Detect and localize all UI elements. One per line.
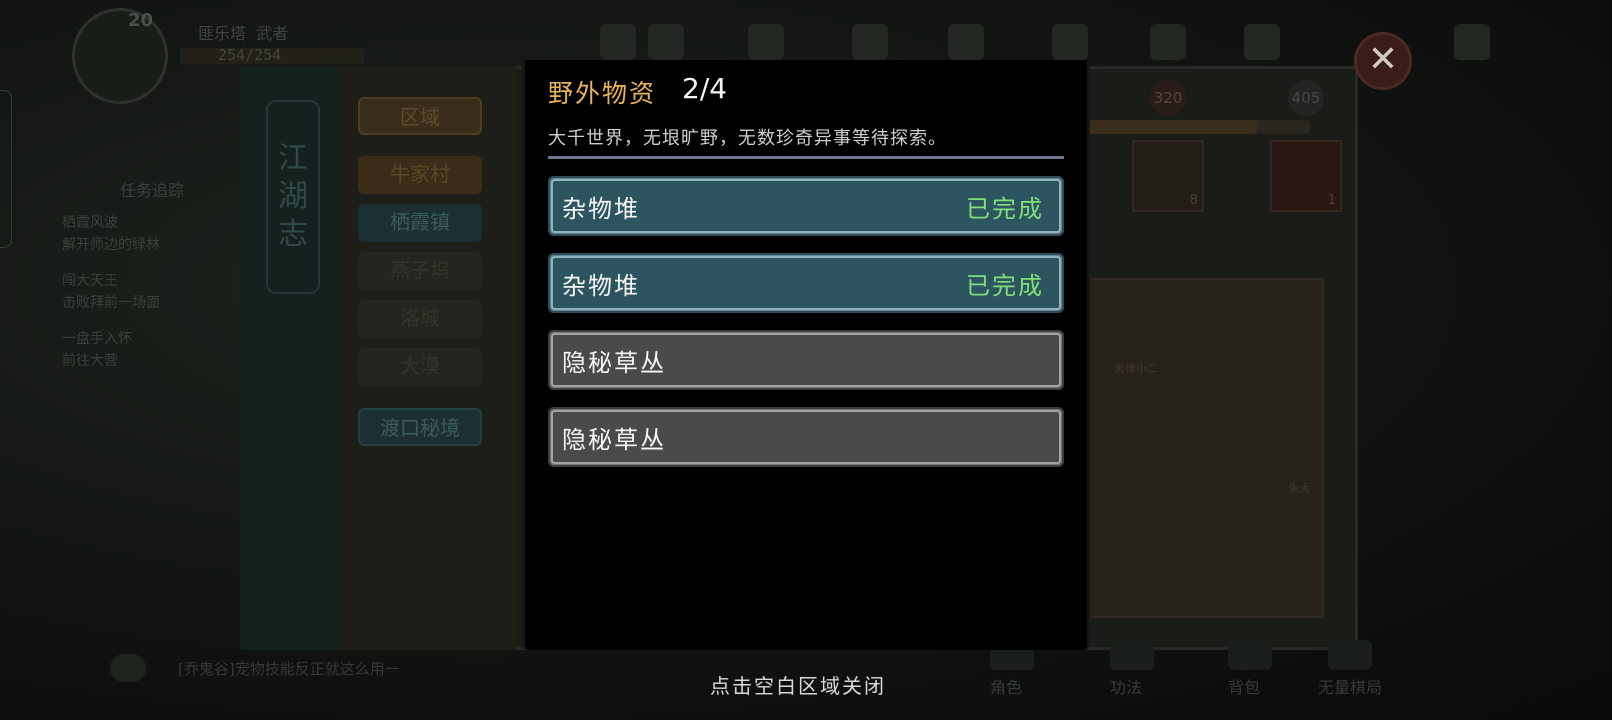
nav-skills[interactable]: 功法 <box>1110 640 1154 698</box>
task-line: 前往大营 <box>62 353 118 369</box>
player-level: 20 <box>128 10 154 31</box>
supply-entry-name: 隐秘草丛 <box>562 349 666 377</box>
supply-entry[interactable]: 杂物堆 已完成 <box>548 176 1064 236</box>
reward-item-b[interactable]: 1 <box>1270 140 1342 212</box>
hp-text: 254/254 <box>218 46 282 64</box>
region-yanziwu[interactable]: 燕子坞 <box>358 252 482 290</box>
supply-entry[interactable]: 隐秘草丛 <box>548 330 1064 390</box>
task-tracker[interactable]: 任务追踪 栖霞风波 解开师边的绿林 闯大天王 击败拜前一场面 一盘手入怀 前往大… <box>62 180 222 372</box>
task-line: 击败拜前一场面 <box>62 295 160 311</box>
lotus-icon[interactable] <box>852 24 888 60</box>
map-npc-label: 舍律小二 <box>1114 362 1158 375</box>
task-line: 一盘手入怀 <box>62 331 132 347</box>
supply-entry-name: 杂物堆 <box>562 195 640 223</box>
supply-entry-status: 已完成 <box>966 195 1044 223</box>
nav-bag[interactable]: 背包 <box>1228 640 1272 698</box>
gift-icon[interactable] <box>648 24 684 60</box>
close-hint[interactable]: 点击空白区域关闭 <box>710 670 886 699</box>
player-name-text: 匪乐塔 <box>198 24 247 43</box>
nav-label: 背包 <box>1228 678 1261 697</box>
mail-icon[interactable] <box>1454 24 1490 60</box>
region-damo[interactable]: 大漠 <box>358 348 482 386</box>
player-avatar[interactable] <box>72 8 168 104</box>
modal-description: 大千世界，无垠旷野，无数珍奇异事等待探索。 <box>548 128 947 149</box>
region-qixiazhen[interactable]: 栖霞镇 <box>358 204 482 242</box>
reward-item-a[interactable]: 8 <box>1132 140 1204 212</box>
supply-entry-name: 杂物堆 <box>562 272 640 300</box>
region-luocheng[interactable]: 洛城 <box>358 300 482 338</box>
task-tracker-title: 任务追踪 <box>120 181 185 200</box>
player-name: 匪乐塔 武者 <box>198 20 288 44</box>
shop-icon[interactable] <box>600 24 636 60</box>
task-line: 栖霞风波 <box>62 215 118 231</box>
chess-icon <box>1328 640 1372 670</box>
skills-icon <box>1110 640 1154 670</box>
secret-realm-button[interactable]: 渡口秘境 <box>358 408 482 446</box>
supply-entry[interactable]: 隐秘草丛 <box>548 407 1064 467</box>
task-line: 解开师边的绿林 <box>62 237 160 253</box>
modal-title: 野外物资 <box>548 79 657 108</box>
chat-preview[interactable]: [乔鬼谷]宠物技能反正就这么用一 <box>100 648 520 688</box>
supply-entry-status: 已完成 <box>966 272 1044 300</box>
stat-badge-a: 320 <box>1150 80 1186 116</box>
supply-entry-name: 隐秘草丛 <box>562 426 666 454</box>
supply-entry[interactable]: 杂物堆 已完成 <box>548 253 1064 313</box>
region-niujiacun[interactable]: 牛家村 <box>358 156 482 194</box>
treasure-icon[interactable] <box>948 24 984 60</box>
exploration-progress-bar <box>1070 120 1310 134</box>
nav-label: 无量棋局 <box>1318 678 1383 697</box>
bag-icon <box>1228 640 1272 670</box>
modal-progress-count: 2/4 <box>682 72 728 105</box>
nav-label: 角色 <box>990 678 1023 697</box>
pavilion-icon[interactable] <box>1052 24 1088 60</box>
banner-icon[interactable] <box>1150 24 1186 60</box>
event-icon[interactable] <box>748 24 784 60</box>
region-map[interactable]: 舍律小二 朱大 <box>1088 278 1324 618</box>
side-drawer-tab[interactable] <box>0 90 12 248</box>
player-tag: 武者 <box>256 24 289 43</box>
task-line: 闯大天王 <box>62 273 118 289</box>
close-button[interactable]: ✕ <box>1354 32 1412 90</box>
book-title: 江湖志 <box>266 100 320 294</box>
nav-chess[interactable]: 无量棋局 <box>1318 640 1382 698</box>
regions-header: 区域 <box>358 97 482 135</box>
stat-badge-b: 405 <box>1288 80 1324 116</box>
modal-divider <box>548 156 1064 159</box>
reward-item-a-count: 8 <box>1189 193 1198 208</box>
reward-item-b-count: 1 <box>1327 193 1336 208</box>
exploration-progress-fill <box>1070 120 1258 134</box>
scroll-icon[interactable] <box>1244 24 1280 60</box>
map-npc-label: 朱大 <box>1288 482 1310 495</box>
nav-label: 功法 <box>1110 678 1143 697</box>
